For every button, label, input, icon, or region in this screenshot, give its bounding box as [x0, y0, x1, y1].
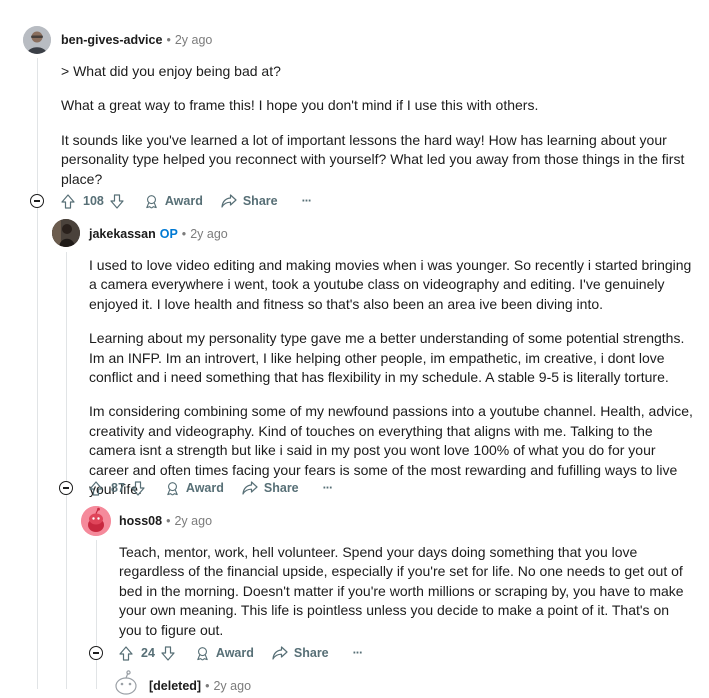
timestamp[interactable]: 2y ago — [213, 679, 251, 693]
award-button[interactable]: Award — [195, 646, 254, 661]
comment-paragraph: Learning about my personality type gave … — [89, 330, 685, 386]
upvote-icon[interactable] — [119, 645, 133, 661]
vote-score: 108 — [83, 194, 104, 208]
thread-line-level-2[interactable] — [96, 540, 97, 689]
award-button[interactable]: Award — [165, 481, 224, 496]
share-icon — [221, 194, 237, 208]
more-options-icon[interactable]: ··· — [323, 481, 333, 495]
comment-paragraph: > What did you enjoy being bad at? — [61, 63, 281, 79]
username: [deleted] — [149, 679, 202, 693]
comment-paragraph: I used to love video editing and making … — [89, 257, 692, 312]
op-badge: OP — [159, 227, 178, 241]
separator-dot: • — [181, 227, 187, 241]
comment-actions: 108 Award Share ··· — [61, 191, 312, 211]
comment-meta: hoss08 • 2y ago — [119, 514, 212, 528]
avatar[interactable] — [23, 26, 51, 54]
award-button[interactable]: Award — [144, 194, 203, 209]
thread-line-level-1[interactable] — [66, 252, 67, 689]
comment-body: I used to love video editing and making … — [89, 256, 695, 514]
deleted-avatar[interactable] — [111, 668, 141, 698]
comment-meta: [deleted] • 2y ago — [149, 679, 251, 693]
share-icon — [272, 646, 288, 660]
award-icon — [146, 194, 157, 209]
award-label: Award — [215, 646, 254, 660]
more-options-icon[interactable]: ··· — [302, 194, 312, 208]
thread-line-level-0[interactable] — [37, 58, 38, 689]
downvote-icon[interactable] — [161, 645, 175, 661]
timestamp[interactable]: 2y ago — [175, 33, 213, 47]
share-label: Share — [293, 646, 329, 660]
upvote-icon[interactable] — [89, 480, 103, 496]
vote-score: 24 — [141, 646, 155, 660]
more-options-icon[interactable]: ··· — [353, 646, 363, 660]
downvote-icon[interactable] — [110, 193, 124, 209]
username[interactable]: jakekassan — [89, 227, 156, 241]
share-button[interactable]: Share — [242, 481, 299, 495]
comment-actions: 24 Award Share ··· — [119, 643, 363, 663]
avatar[interactable] — [81, 506, 111, 536]
share-button[interactable]: Share — [221, 194, 278, 208]
award-label: Award — [164, 194, 203, 208]
avatar[interactable] — [52, 219, 80, 247]
comment-body: Teach, mentor, work, hell volunteer. Spe… — [119, 543, 691, 655]
separator-dot: • — [166, 33, 171, 47]
downvote-icon[interactable] — [131, 480, 145, 496]
vote-score: 87 — [111, 481, 125, 495]
separator-dot: • — [166, 514, 171, 528]
award-icon — [167, 481, 178, 496]
comment-body: > What did you enjoy being bad at? What … — [61, 62, 691, 204]
share-label: Share — [242, 194, 278, 208]
timestamp[interactable]: 2y ago — [174, 514, 212, 528]
comment-paragraph: What a great way to frame this! I hope y… — [61, 97, 539, 114]
award-icon — [197, 646, 208, 661]
share-label: Share — [263, 481, 299, 495]
collapse-thread-button[interactable] — [30, 194, 44, 208]
comment-meta: jakekassan OP • 2y ago — [89, 227, 228, 241]
username[interactable]: ben-gives-advice — [61, 33, 162, 47]
separator-dot: • — [205, 679, 210, 693]
comment-meta: ben-gives-advice • 2y ago — [61, 33, 212, 47]
username[interactable]: hoss08 — [119, 514, 162, 528]
comment-paragraph: It sounds like you've learned a lot of i… — [61, 131, 685, 187]
timestamp[interactable]: 2y ago — [190, 227, 228, 241]
collapse-thread-button[interactable] — [59, 481, 73, 495]
collapse-thread-button[interactable] — [89, 646, 103, 660]
comment-paragraph: Teach, mentor, work, hell volunteer. Spe… — [119, 544, 684, 638]
award-label: Award — [185, 481, 224, 495]
comment-actions: 87 Award Share ··· — [89, 478, 333, 498]
upvote-icon[interactable] — [61, 193, 75, 209]
share-icon — [242, 481, 258, 495]
share-button[interactable]: Share — [272, 646, 329, 660]
